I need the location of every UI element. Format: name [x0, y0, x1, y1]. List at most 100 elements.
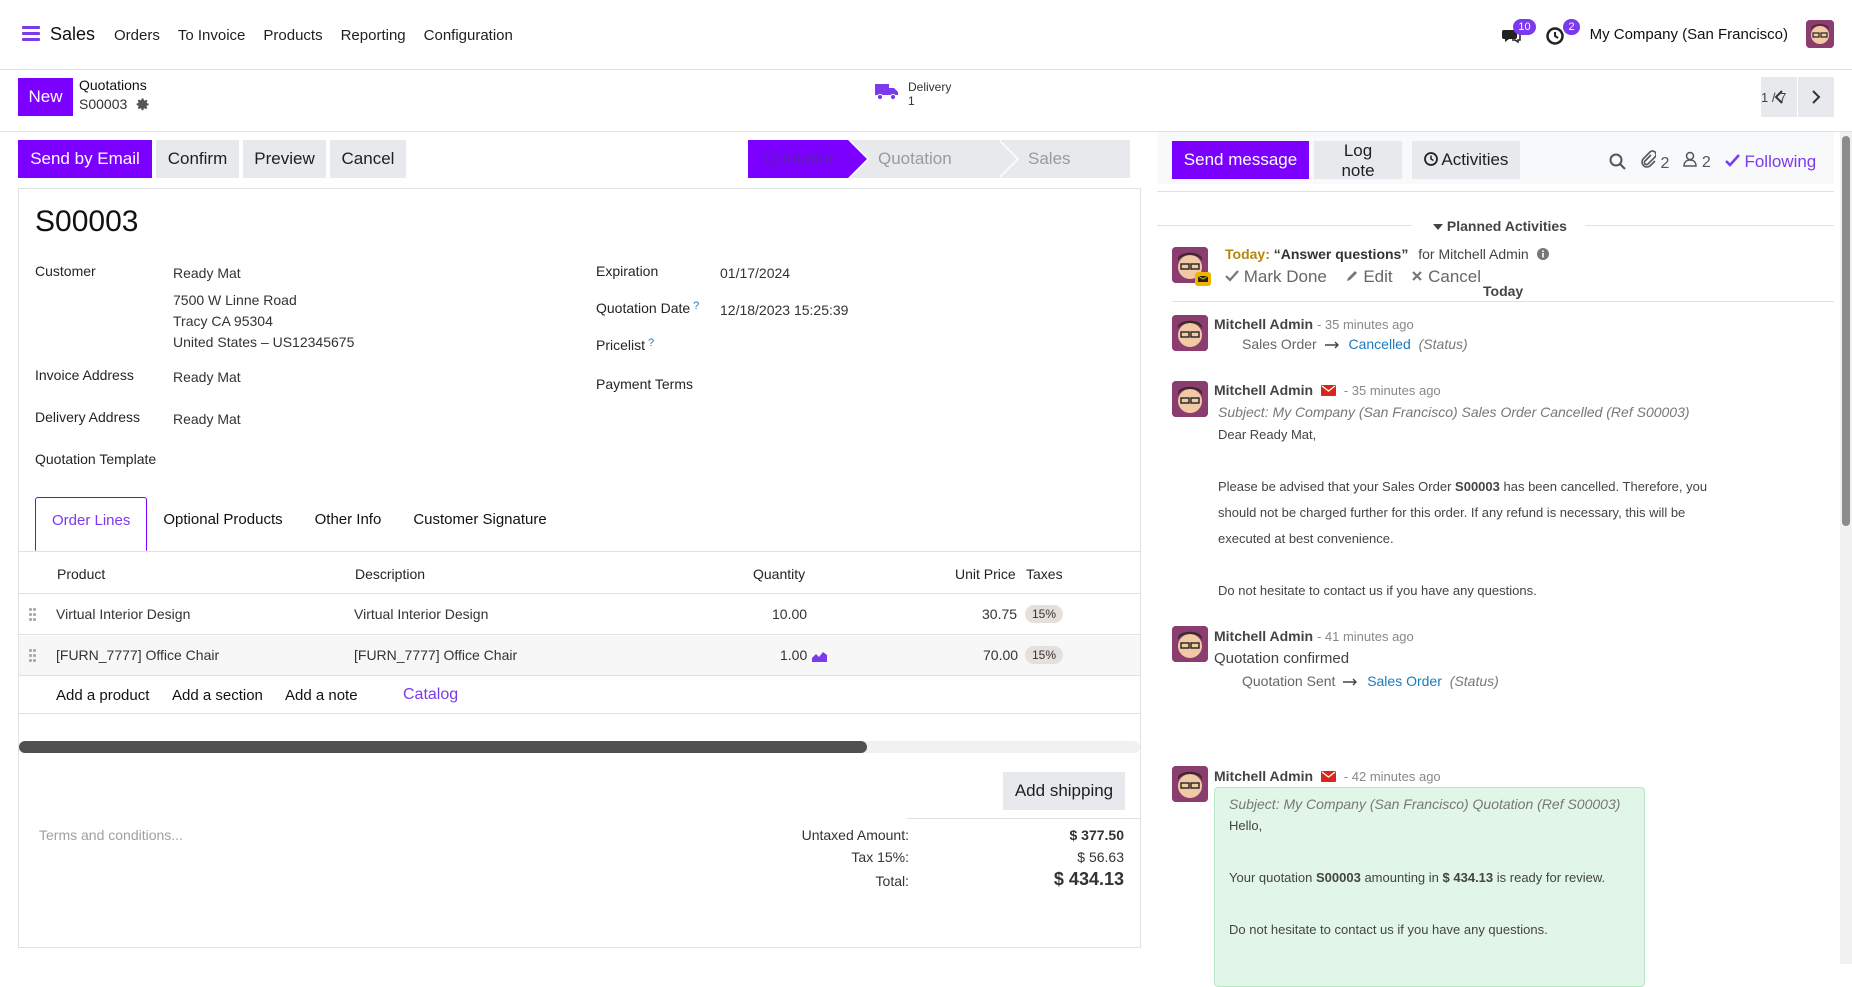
forecast-chart-icon[interactable] [812, 650, 827, 662]
column-quantity[interactable]: Quantity [753, 566, 805, 582]
send-by-email-button[interactable]: Send by Email [18, 140, 152, 178]
message-body-line: Your quotation S00003 amounting in $ 434… [1229, 870, 1606, 885]
line-description[interactable]: [FURN_7777] Office Chair [354, 647, 517, 663]
avatar[interactable] [1172, 766, 1208, 802]
avatar[interactable] [1172, 315, 1208, 351]
cancel-activity-button[interactable]: Cancel [1411, 267, 1481, 286]
table-row[interactable]: [FURN_7777] Office Chair [FURN_7777] Off… [19, 636, 1140, 676]
breadcrumb-current: S00003 [79, 96, 128, 112]
app-menu-icon[interactable] [22, 26, 40, 42]
tax-label: Tax 15%: [851, 849, 909, 865]
gear-icon[interactable] [135, 97, 150, 112]
expiration-field[interactable]: 01/17/2024 [720, 265, 790, 281]
scrollbar-thumb[interactable] [1842, 136, 1850, 526]
tab-other-info[interactable]: Other Info [299, 497, 398, 551]
activities-button[interactable]: Activities [1412, 141, 1520, 179]
planned-activities-toggle[interactable]: Planned Activities [1433, 218, 1567, 234]
tax-value: $ 56.63 [1077, 849, 1124, 865]
delivery-address-field[interactable]: Ready Mat [173, 411, 241, 427]
line-unit-price[interactable]: 30.75 [982, 606, 1017, 622]
new-button[interactable]: New [18, 78, 73, 116]
mark-done-button[interactable]: Mark Done [1225, 267, 1332, 286]
log-note-button[interactable]: Log note [1314, 141, 1402, 180]
column-product[interactable]: Product [57, 566, 105, 582]
menu-configuration[interactable]: Configuration [424, 27, 513, 44]
message-author[interactable]: Mitchell Admin - 35 minutes ago [1214, 316, 1414, 332]
send-message-button[interactable]: Send message [1172, 141, 1309, 179]
add-section-link[interactable]: Add a section [172, 687, 263, 704]
catalog-button[interactable]: Catalog [403, 686, 458, 704]
line-unit-price[interactable]: 70.00 [983, 647, 1018, 663]
control-panel: New Quotations S00003 Delivery 1 1 / 7 [0, 70, 1852, 132]
menu-orders[interactable]: Orders [114, 27, 160, 44]
drag-handle-icon[interactable] [29, 649, 39, 663]
quotation-template-label: Quotation Template [35, 451, 157, 467]
add-note-link[interactable]: Add a note [285, 687, 358, 704]
line-description[interactable]: Virtual Interior Design [354, 606, 488, 622]
envelope-icon [1320, 771, 1336, 782]
app-name[interactable]: Sales [50, 24, 95, 45]
delivery-smart-button[interactable]: Delivery 1 [874, 80, 951, 108]
menu-reporting[interactable]: Reporting [341, 27, 406, 44]
company-switcher[interactable]: My Company (San Francisco) [1590, 26, 1788, 43]
customer-label: Customer [35, 263, 96, 279]
messages-button[interactable]: 10 [1501, 19, 1536, 47]
add-product-link[interactable]: Add a product [56, 687, 149, 704]
avatar[interactable] [1172, 381, 1208, 417]
cancel-button[interactable]: Cancel [330, 140, 406, 178]
help-icon[interactable]: ? [648, 337, 654, 349]
search-icon[interactable] [1609, 153, 1626, 170]
close-icon [1412, 271, 1423, 281]
menu-to-invoice[interactable]: To Invoice [178, 27, 246, 44]
pager-value[interactable]: 1 / 7 [1761, 90, 1786, 105]
stage-quotation-sent[interactable]: Quotation Sent [848, 140, 1019, 206]
expiration-label: Expiration [596, 263, 659, 279]
tax-badge[interactable]: 15% [1025, 646, 1064, 664]
message-author[interactable]: Mitchell Admin - 42 minutes ago [1214, 768, 1441, 784]
tab-optional-products[interactable]: Optional Products [147, 497, 298, 551]
message-closing: Do not hesitate to contact us if you hav… [1218, 583, 1537, 598]
column-description[interactable]: Description [355, 566, 425, 582]
activities-button[interactable]: 2 [1545, 19, 1580, 47]
horizontal-scrollbar[interactable] [19, 741, 1140, 753]
confirm-button[interactable]: Confirm [156, 140, 239, 178]
line-product[interactable]: [FURN_7777] Office Chair [56, 647, 219, 663]
form-statusbar: Send by Email Confirm Preview Cancel Quo… [0, 132, 1160, 206]
chatter-panel: Send message Log note Activities 2 2 Fol… [1157, 132, 1852, 987]
quotation-date-field[interactable]: 12/18/2023 15:25:39 [720, 302, 848, 318]
attachments-button[interactable]: 2 [1640, 150, 1669, 173]
pager-next-button[interactable] [1798, 77, 1834, 117]
following-button[interactable]: Following [1724, 152, 1816, 172]
edit-activity-button[interactable]: Edit [1346, 267, 1398, 286]
tab-order-lines[interactable]: Order Lines [35, 497, 148, 551]
column-taxes[interactable]: Taxes [1026, 566, 1063, 582]
breadcrumb-quotations[interactable]: Quotations [79, 77, 150, 93]
tab-customer-signature[interactable]: Customer Signature [397, 497, 562, 551]
avatar[interactable] [1172, 626, 1208, 662]
line-quantity[interactable]: 1.00 [780, 647, 807, 663]
message-text: Quotation confirmed [1214, 650, 1350, 667]
column-unit-price[interactable]: Unit Price [955, 566, 1016, 582]
drag-handle-icon[interactable] [29, 608, 39, 622]
followers-button[interactable]: 2 [1683, 151, 1711, 172]
scrollbar-thumb[interactable] [19, 741, 867, 753]
user-avatar[interactable] [1806, 20, 1834, 48]
info-icon[interactable] [1536, 248, 1549, 260]
tax-badge[interactable]: 15% [1025, 605, 1064, 623]
vertical-scrollbar[interactable] [1840, 132, 1852, 964]
message-author[interactable]: Mitchell Admin - 41 minutes ago [1214, 628, 1414, 644]
delivery-address-label: Delivery Address [35, 409, 141, 425]
menu-products[interactable]: Products [263, 27, 322, 44]
customer-field[interactable]: Ready Mat [173, 265, 241, 281]
line-quantity[interactable]: 10.00 [772, 606, 807, 622]
terms-input[interactable]: Terms and conditions... [39, 827, 183, 843]
message-author[interactable]: Mitchell Admin - 35 minutes ago [1214, 382, 1441, 398]
invoice-address-field[interactable]: Ready Mat [173, 369, 241, 385]
line-product[interactable]: Virtual Interior Design [56, 606, 190, 622]
payment-terms-label: Payment Terms [596, 376, 693, 392]
table-row[interactable]: Virtual Interior Design Virtual Interior… [19, 595, 1140, 635]
help-icon[interactable]: ? [693, 300, 699, 312]
stage-quotation[interactable]: Quotation [748, 140, 869, 178]
add-shipping-button[interactable]: Add shipping [1003, 772, 1125, 810]
preview-button[interactable]: Preview [243, 140, 326, 178]
